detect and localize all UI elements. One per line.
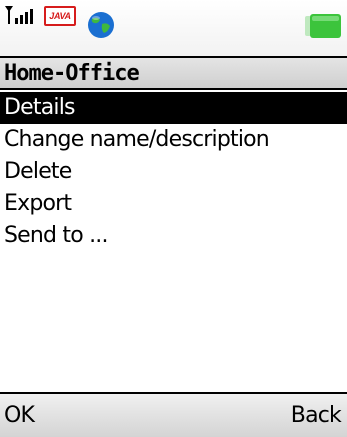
softkey-bar: OK Back — [0, 392, 347, 437]
phone-screen: JAVA Home-Office Details Change name/des… — [0, 0, 347, 437]
menu-item-details[interactable]: Details — [0, 92, 347, 124]
menu-item-change-name-description[interactable]: Change name/description — [0, 124, 347, 156]
title-bar: Home-Office — [0, 56, 347, 90]
menu-item-send-to[interactable]: Send to ... — [0, 220, 347, 252]
globe-icon — [88, 12, 114, 38]
ok-softkey[interactable]: OK — [4, 402, 35, 430]
status-bar: JAVA — [0, 0, 347, 56]
signal-strength-icon — [5, 6, 33, 24]
menu-item-export[interactable]: Export — [0, 188, 347, 220]
page-title: Home-Office — [4, 61, 140, 86]
java-app-icon: JAVA — [44, 6, 76, 26]
options-menu: Details Change name/description Delete E… — [0, 92, 347, 252]
back-softkey[interactable]: Back — [291, 402, 342, 430]
menu-item-delete[interactable]: Delete — [0, 156, 347, 188]
battery-icon — [305, 14, 341, 38]
